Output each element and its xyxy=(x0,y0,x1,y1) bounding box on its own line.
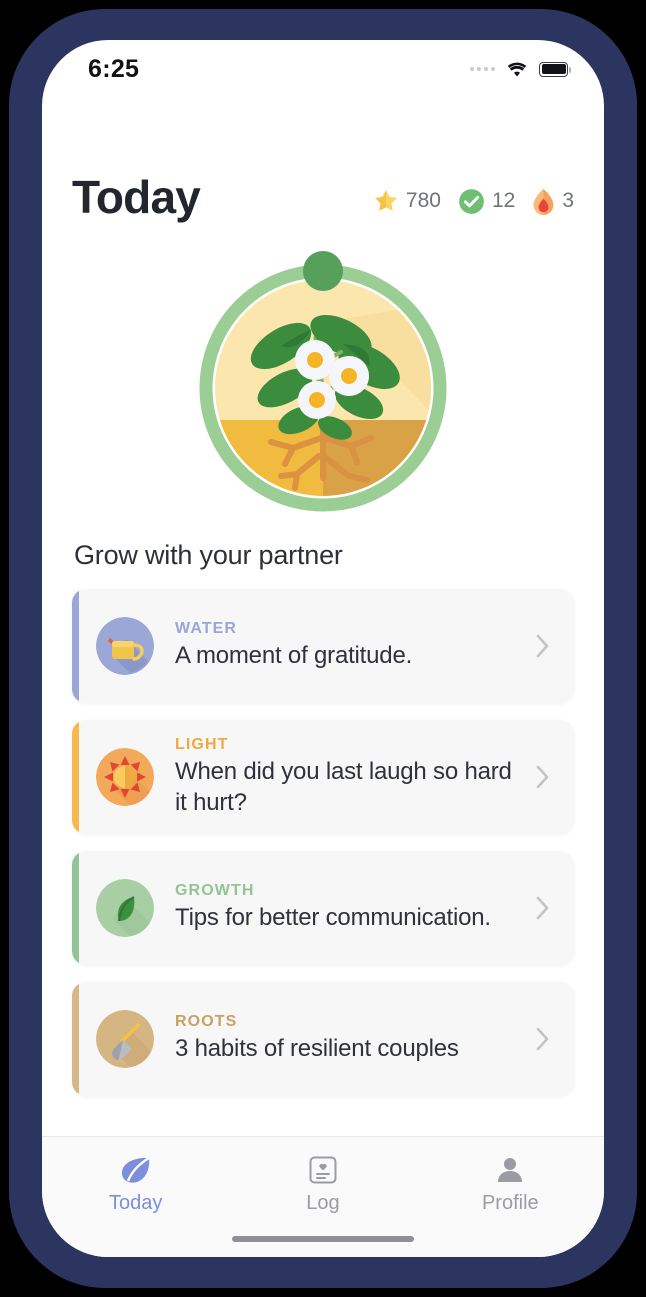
status-bar: 6:25 xyxy=(42,40,604,98)
page-title: Today xyxy=(72,171,201,223)
chevron-right-icon[interactable] xyxy=(534,893,560,923)
card-text: When did you last laugh so hard it hurt? xyxy=(175,758,512,816)
card-text: Tips for better communication. xyxy=(175,904,491,932)
stat-stars: 780 xyxy=(373,188,441,214)
card-body: ROOTS 3 habits of resilient couples xyxy=(175,1013,526,1064)
check-circle-icon xyxy=(459,188,484,214)
card-accent-bar xyxy=(72,589,79,703)
card-label: ROOTS xyxy=(175,1013,238,1031)
card-text: A moment of gratitude. xyxy=(175,642,413,670)
card-body: GROWTH Tips for better communication. xyxy=(175,882,526,933)
stat-streak: 3 xyxy=(532,188,574,215)
tab-profile-label: Profile xyxy=(481,1192,539,1214)
card-growth[interactable]: GROWTH Tips for better communication. xyxy=(72,851,574,965)
stat-stars-value: 780 xyxy=(405,189,441,212)
card-accent-bar xyxy=(72,720,79,834)
stat-streak-value: 3 xyxy=(562,189,574,212)
activity-card-list: WATER A moment of gratitude. LIGHT When … xyxy=(42,571,604,1096)
card-label: WATER xyxy=(175,620,238,638)
status-time: 6:25 xyxy=(88,54,140,83)
card-text: 3 habits of resilient couples xyxy=(175,1035,459,1063)
leaf-icon xyxy=(121,1156,150,1183)
section-title: Grow with your partner xyxy=(74,540,343,570)
card-body: LIGHT When did you last laugh so hard it… xyxy=(175,736,526,817)
stats-group: 780 12 3 xyxy=(373,180,574,215)
watering-can-icon xyxy=(96,617,154,675)
tab-today-label: Today xyxy=(108,1192,163,1214)
tab-log-label: Log xyxy=(306,1192,340,1214)
sun-icon xyxy=(96,748,154,806)
main-scroll-area[interactable]: Today 780 12 3 Grow with your partner WA… xyxy=(42,98,604,1196)
card-label: LIGHT xyxy=(175,736,229,754)
home-indicator xyxy=(232,1236,414,1242)
battery-full-icon xyxy=(539,61,571,77)
card-water[interactable]: WATER A moment of gratitude. xyxy=(72,589,574,703)
phone-frame: 6:25 Today 780 12 3 Grow with your partn… xyxy=(9,9,637,1288)
stat-completed-value: 12 xyxy=(491,189,516,212)
chevron-right-icon[interactable] xyxy=(534,762,560,792)
stat-completed: 12 xyxy=(458,188,515,215)
card-label: GROWTH xyxy=(175,882,255,900)
plant-growth-illustration xyxy=(199,251,447,512)
signal-dots-icon xyxy=(470,67,495,71)
page-header: Today 780 12 3 xyxy=(42,98,604,220)
card-roots[interactable]: ROOTS 3 habits of resilient couples xyxy=(72,982,574,1096)
plant-hero xyxy=(42,242,604,514)
chevron-right-icon[interactable] xyxy=(534,1024,560,1054)
tab-profile[interactable]: Profile xyxy=(417,1149,604,1257)
journal-heart-icon xyxy=(309,1156,337,1184)
chevron-right-icon[interactable] xyxy=(534,631,560,661)
card-accent-bar xyxy=(72,851,79,965)
flame-icon xyxy=(533,188,554,215)
card-light[interactable]: LIGHT When did you last laugh so hard it… xyxy=(72,720,574,834)
tab-today[interactable]: Today xyxy=(42,1149,229,1257)
status-indicators xyxy=(470,61,571,78)
star-icon xyxy=(374,189,397,211)
person-icon xyxy=(498,1158,523,1182)
card-accent-bar xyxy=(72,982,79,1096)
leaf-icon xyxy=(96,879,154,937)
phone-screen: 6:25 Today 780 12 3 Grow with your partn… xyxy=(42,40,604,1257)
shovel-icon xyxy=(96,1010,154,1068)
wifi-icon xyxy=(507,62,527,76)
card-body: WATER A moment of gratitude. xyxy=(175,620,526,671)
